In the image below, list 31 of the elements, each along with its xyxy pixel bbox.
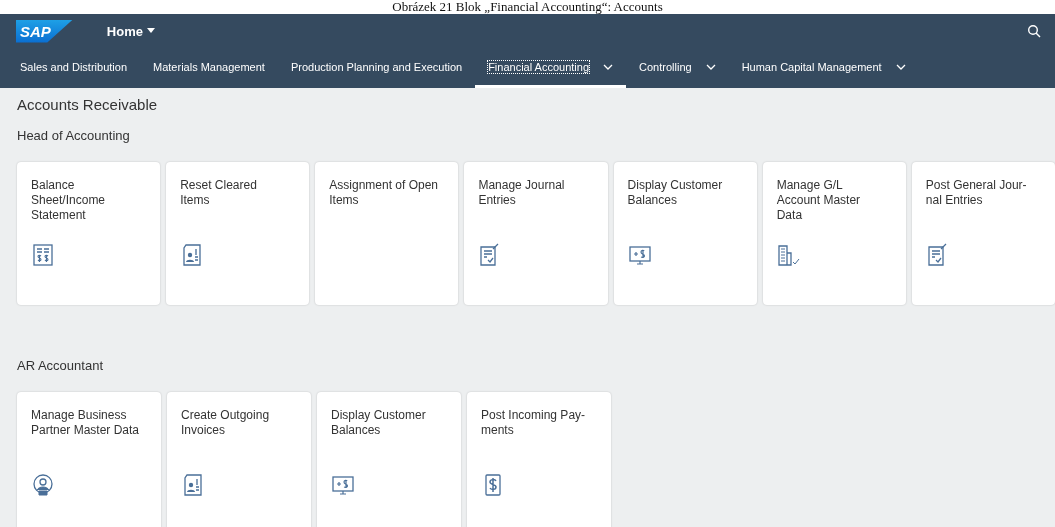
- app-tile[interactable]: Post General Jour- nal Entries: [911, 162, 1055, 305]
- app-tile[interactable]: Manage Business Partner Master Data: [17, 392, 161, 527]
- report-icon: [31, 243, 55, 267]
- page-title: Accounts Receivable: [17, 96, 159, 113]
- nav-tab[interactable]: Production Planning and Execution: [277, 48, 476, 88]
- app-tile[interactable]: Create Outgoing Invoices: [167, 392, 311, 527]
- building-icon: [776, 243, 801, 267]
- app-tile[interactable]: Reset Cleared Items: [166, 162, 310, 305]
- nav-tab[interactable]: Sales and Distribution: [20, 48, 140, 88]
- home-menu-button[interactable]: Home: [100, 22, 161, 40]
- group-title: AR Accountant: [17, 358, 104, 373]
- monitor-icon: [331, 473, 355, 497]
- nav-tab[interactable]: Financial Accounting: [475, 48, 627, 88]
- monitor-icon: [627, 243, 652, 267]
- document-person-icon: [181, 473, 205, 497]
- nav-tab[interactable]: Materials Management: [140, 48, 278, 88]
- app-tile[interactable]: Manage G/L Account Master Data: [762, 162, 906, 305]
- app-tile[interactable]: Display Customer Balances: [317, 392, 461, 527]
- app-tile[interactable]: Manage Journal Entries: [464, 162, 608, 305]
- app-tile[interactable]: Display Customer Balances: [613, 162, 757, 305]
- figure-caption: Obrázek 21 Blok „Financial Accounting“: Accounts: [392, 0, 663, 14]
- group-title: Head of Accounting: [17, 128, 131, 143]
- search-icon[interactable]: [1027, 24, 1041, 38]
- app-tile[interactable]: Balance Sheet/Income Statement: [17, 162, 161, 305]
- app-tile[interactable]: Assignment of Open Items: [315, 162, 459, 305]
- nav-tab[interactable]: Controlling: [626, 48, 729, 88]
- logo[interactable]: SAP: [16, 19, 73, 43]
- nav-tab[interactable]: Human Capital Management: [728, 48, 919, 88]
- caret-icon: [146, 28, 155, 34]
- person-icon: [31, 473, 55, 497]
- app-tile[interactable]: Post Incoming Pay- ments: [467, 392, 611, 527]
